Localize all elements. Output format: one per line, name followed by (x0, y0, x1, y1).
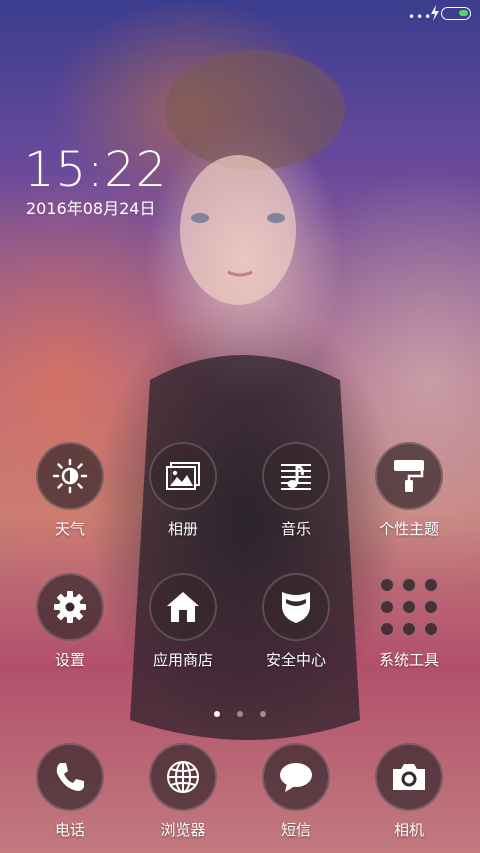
weather-icon[interactable] (36, 442, 104, 510)
app-label: 浏览器 (160, 821, 206, 839)
settings-icon[interactable] (36, 573, 104, 641)
browser-icon[interactable] (149, 743, 217, 811)
page-indicator[interactable] (0, 702, 480, 721)
dock-messages[interactable]: 短信 (241, 743, 351, 839)
phone-icon[interactable] (36, 743, 104, 811)
more-indicator-icon: ••• (408, 10, 433, 24)
app-settings[interactable]: 设置 (15, 573, 125, 669)
folder-system-tools[interactable]: 系统工具 (354, 573, 464, 669)
security-icon[interactable] (262, 573, 330, 641)
wallpaper (0, 0, 480, 853)
app-store[interactable]: 应用商店 (128, 573, 238, 669)
wallpaper-portrait (130, 50, 360, 740)
dock-camera[interactable]: 相机 (354, 743, 464, 839)
app-gallery[interactable]: 相册 (128, 442, 238, 538)
app-label: 相册 (167, 520, 198, 538)
app-label: 音乐 (280, 520, 311, 538)
clock-time[interactable]: 15:22 (24, 146, 167, 194)
battery-level (459, 10, 468, 16)
dock-browser[interactable]: 浏览器 (128, 743, 238, 839)
dock-phone[interactable]: 电话 (15, 743, 125, 839)
app-label: 系统工具 (378, 651, 439, 669)
app-label: 相机 (393, 821, 424, 839)
page-dot[interactable] (237, 711, 243, 717)
app-label: 应用商店 (152, 651, 213, 669)
gallery-icon[interactable] (149, 442, 217, 510)
app-label: 设置 (54, 651, 85, 669)
app-label: 安全中心 (265, 651, 326, 669)
app-label: 天气 (54, 520, 85, 538)
page-dot[interactable] (260, 711, 267, 717)
battery-icon (441, 7, 471, 20)
clock-date: 2016年08月24日 (26, 199, 156, 218)
page-dot[interactable] (213, 711, 220, 717)
music-icon[interactable] (262, 442, 330, 510)
app-weather[interactable]: 天气 (15, 442, 125, 538)
charging-icon (431, 5, 439, 21)
camera-icon[interactable] (375, 743, 443, 811)
app-themes[interactable]: 个性主题 (354, 442, 464, 538)
app-label: 个性主题 (378, 520, 439, 538)
app-music[interactable]: 音乐 (241, 442, 351, 538)
app-label: 电话 (54, 821, 85, 839)
app-store-icon[interactable] (149, 573, 217, 641)
app-security[interactable]: 安全中心 (241, 573, 351, 669)
messages-icon[interactable] (262, 743, 330, 811)
app-label: 短信 (280, 821, 311, 839)
themes-icon[interactable] (375, 442, 443, 510)
status-bar: ••• (0, 0, 480, 28)
system-tools-folder-icon[interactable] (375, 573, 443, 641)
